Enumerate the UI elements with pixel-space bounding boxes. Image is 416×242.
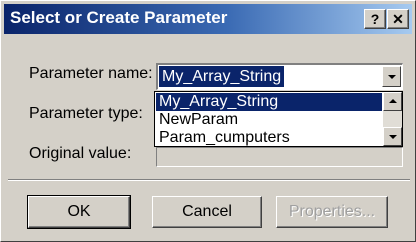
original-value-field [156, 147, 403, 167]
dropdown-item[interactable]: My_Array_String [156, 93, 382, 111]
combobox-dropdown-button[interactable] [382, 66, 401, 87]
properties-button[interactable]: Properties... [276, 196, 388, 228]
dropdown-item[interactable]: NewParam [156, 111, 382, 129]
chevron-down-icon [388, 75, 396, 79]
separator [8, 179, 410, 181]
title-bar[interactable]: Select or Create Parameter ? ✕ [4, 4, 412, 34]
close-button[interactable]: ✕ [387, 9, 409, 29]
parameter-name-dropdown-list[interactable]: My_Array_String NewParam Param_cumputers [154, 91, 403, 147]
help-button[interactable]: ? [364, 9, 386, 29]
ok-button[interactable]: OK [27, 195, 131, 229]
chevron-down-icon [389, 135, 397, 139]
dropdown-item[interactable]: Param_cumputers [156, 129, 382, 147]
parameter-name-combobox[interactable]: My_Array_String [156, 63, 403, 90]
chevron-up-icon [389, 99, 397, 103]
parameter-name-value[interactable]: My_Array_String [159, 66, 285, 87]
scroll-down-button[interactable] [383, 127, 402, 146]
parameter-type-label: Parameter type: [29, 105, 143, 122]
dropdown-scrollbar[interactable] [383, 92, 402, 146]
cancel-button[interactable]: Cancel [152, 196, 262, 228]
window-title: Select or Create Parameter [10, 8, 228, 27]
select-or-create-parameter-dialog: Select or Create Parameter ? ✕ Parameter… [0, 0, 416, 242]
scroll-up-button[interactable] [383, 92, 402, 111]
parameter-name-label: Parameter name: [29, 65, 153, 82]
original-value-label: Original value: [29, 145, 132, 162]
